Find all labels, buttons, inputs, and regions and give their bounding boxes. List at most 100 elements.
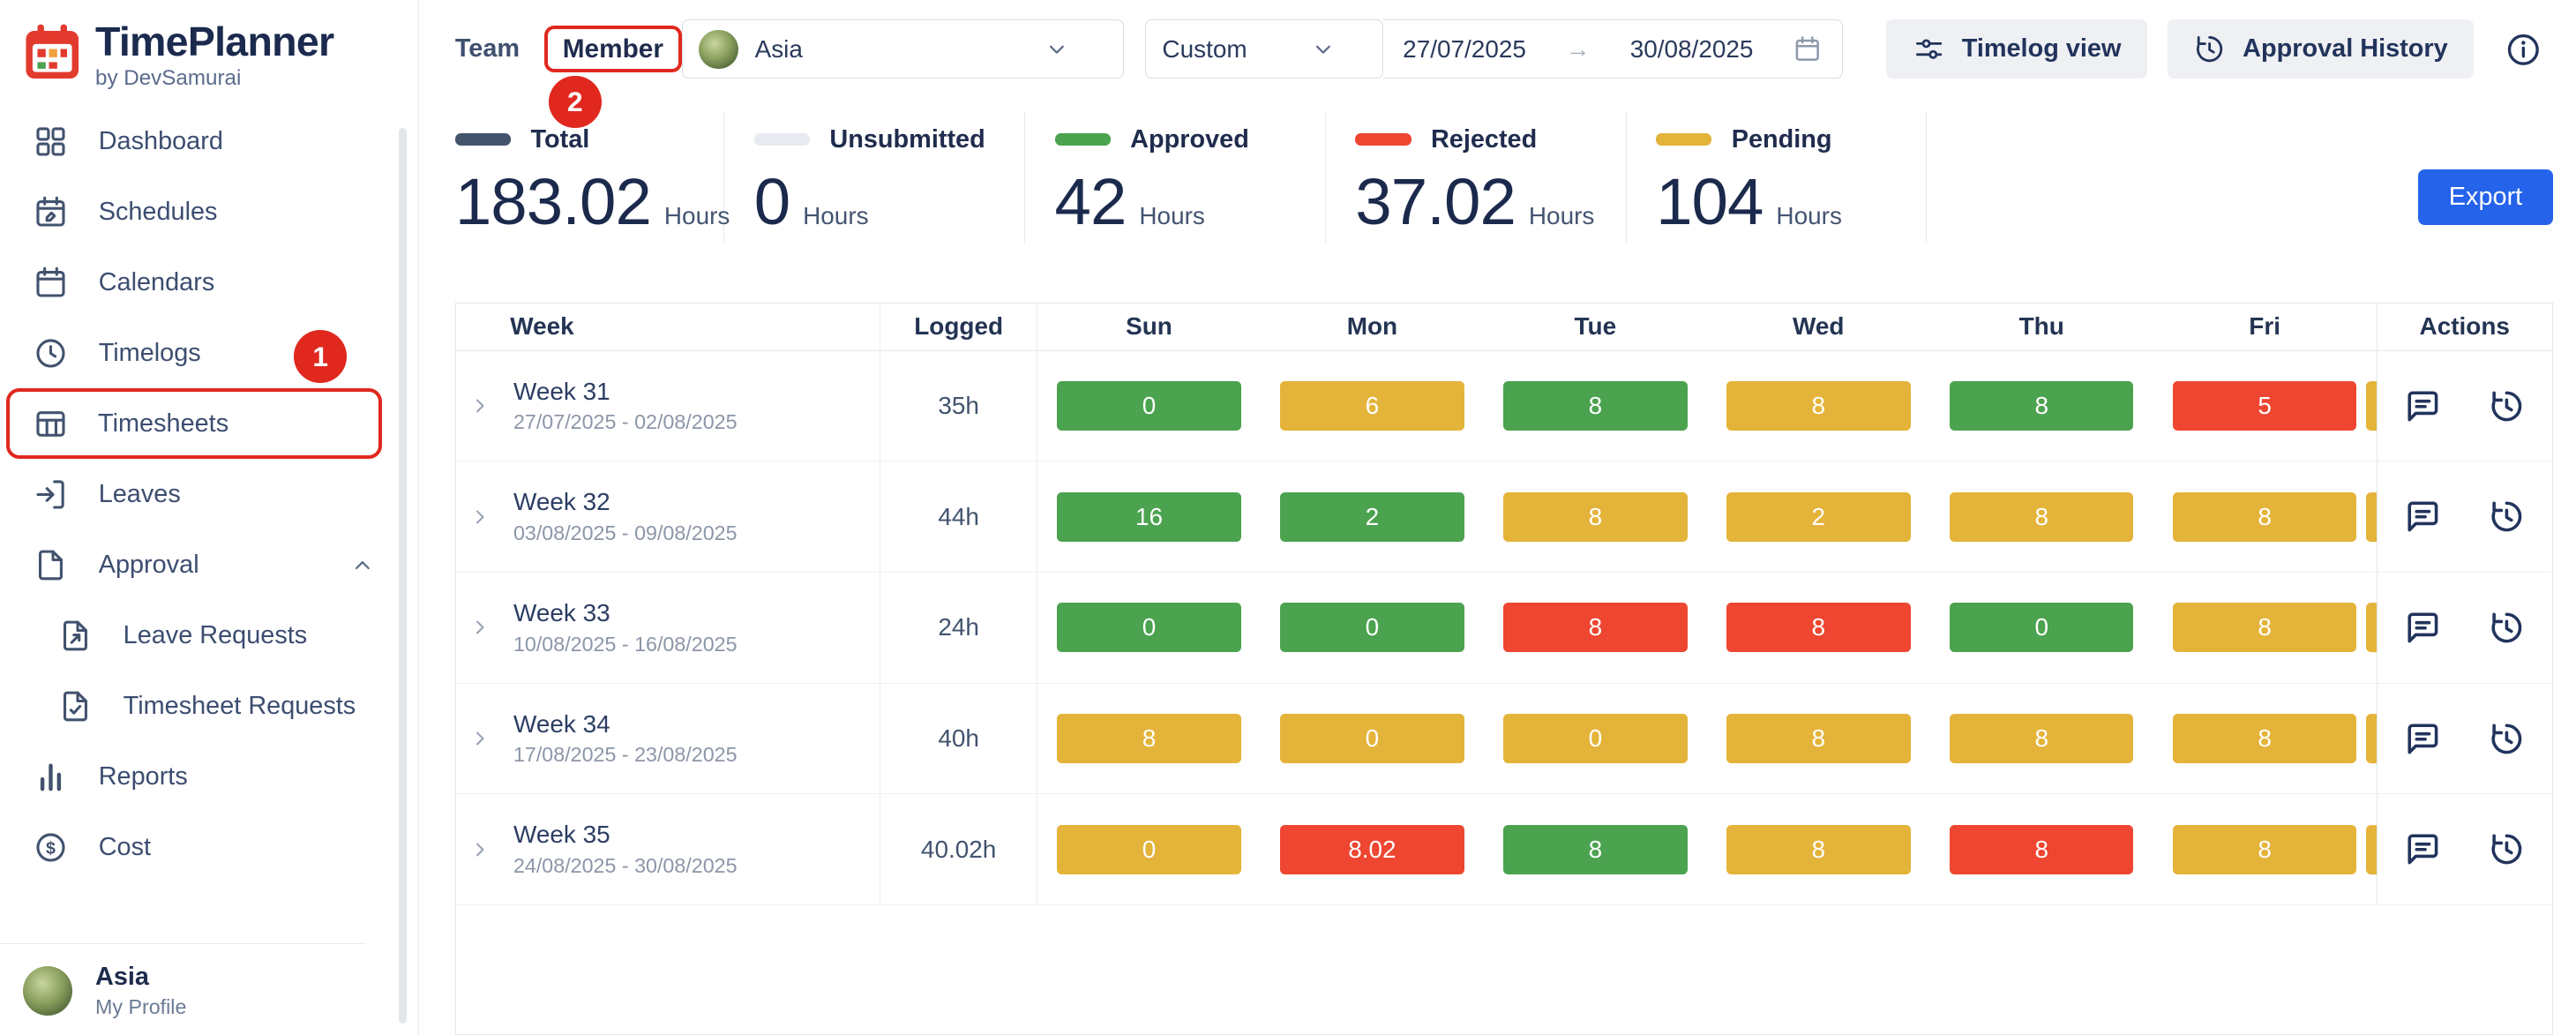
day-cell[interactable]: 8 — [1726, 603, 1911, 652]
profile-name: Asia — [95, 963, 186, 992]
sidebar-item-dashboard[interactable]: Dashboard — [0, 106, 418, 176]
day-cell[interactable]: 0 — [1057, 603, 1241, 652]
chevron-right-icon[interactable] — [468, 837, 492, 862]
calendar-icon — [1793, 34, 1823, 64]
member-select[interactable]: Asia — [682, 19, 1124, 79]
sidebar-item-timesheet-requests[interactable]: Timesheet Requests — [0, 671, 418, 742]
day-cell[interactable]: 8 — [1950, 381, 2134, 431]
day-cell[interactable]: 8 — [1950, 825, 2134, 874]
chevron-right-icon[interactable] — [468, 615, 492, 640]
sidebar-item-timesheets[interactable]: Timesheets — [6, 388, 381, 459]
day-cell[interactable]: 16 — [1057, 492, 1241, 542]
day-cell[interactable]: 8 — [2173, 714, 2357, 763]
day-cell[interactable]: 8 — [1503, 381, 1688, 431]
day-cell[interactable]: 0 — [1057, 381, 1241, 431]
day-cell[interactable]: 8 — [1503, 603, 1688, 652]
week-dates: 10/08/2025 - 16/08/2025 — [513, 633, 738, 656]
stat-value: 42 — [1055, 164, 1127, 239]
week-label: Week 32 — [513, 488, 738, 516]
comment-button[interactable] — [2404, 387, 2442, 425]
sidebar-item-schedules[interactable]: Schedules — [0, 176, 418, 247]
day-cell[interactable]: 0 — [1280, 714, 1464, 763]
day-cell[interactable]: 0 — [1950, 603, 2134, 652]
tab-member[interactable]: Member — [544, 26, 682, 72]
schedule-icon — [33, 194, 69, 230]
day-cell[interactable]: 0 — [1280, 603, 1464, 652]
history-button[interactable] — [2488, 498, 2526, 536]
sidebar-item-leave-requests[interactable]: Leave Requests — [0, 601, 418, 671]
week-dates: 27/07/2025 - 02/08/2025 — [513, 410, 738, 434]
calendar-icon — [33, 265, 69, 301]
app-logo: TimePlanner by DevSamurai — [0, 0, 418, 91]
clock-history-icon — [2193, 33, 2226, 65]
timesheet-request-icon — [57, 688, 94, 724]
day-cell[interactable]: 8 — [2173, 492, 2357, 542]
date-range-picker[interactable]: 27/07/2025 → 30/08/2025 — [1383, 19, 1843, 79]
stat-rejected: Rejected 37.02Hours — [1326, 112, 1627, 244]
comment-button[interactable] — [2404, 720, 2442, 758]
range-preset-select[interactable]: Custom — [1145, 19, 1383, 79]
day-cell[interactable]: 8 — [2173, 825, 2357, 874]
approval-history-button[interactable]: Approval History — [2168, 19, 2475, 79]
history-button[interactable] — [2488, 720, 2526, 758]
day-cell[interactable]: 2 — [1726, 492, 1911, 542]
stats-summary: Total 183.02Hours Unsubmitted 0Hours App… — [455, 112, 2553, 244]
day-cell[interactable]: 8 — [1503, 825, 1688, 874]
stat-unit: Hours — [1139, 202, 1204, 230]
day-cell[interactable]: 5 — [2173, 381, 2357, 431]
day-cell[interactable]: 8 — [1726, 825, 1911, 874]
table-row: Week 33 10/08/2025 - 16/08/2025 24h 0 0 … — [456, 573, 2552, 684]
timelog-view-button[interactable]: Timelog view — [1886, 19, 2147, 79]
day-cell[interactable]: 8 — [1057, 714, 1241, 763]
day-cell[interactable]: 0 — [1057, 825, 1241, 874]
day-cell[interactable]: 8 — [1950, 714, 2134, 763]
chevron-right-icon[interactable] — [468, 394, 492, 418]
approval-history-label: Approval History — [2243, 34, 2448, 64]
sidebar-item-calendars[interactable]: Calendars — [0, 247, 418, 318]
stat-label: Pending — [1732, 125, 1832, 154]
history-button[interactable] — [2488, 830, 2526, 868]
day-cell[interactable]: 8.02 — [1280, 825, 1464, 874]
day-cell[interactable]: 8 — [1950, 492, 2134, 542]
info-icon[interactable] — [2504, 30, 2543, 70]
col-header-actions: Actions — [2377, 304, 2552, 350]
day-cell[interactable]: 8 — [2173, 603, 2357, 652]
sidebar-item-reports[interactable]: Reports — [0, 742, 418, 813]
day-cell[interactable]: 8 — [1726, 381, 1911, 431]
sidebar-item-cost[interactable]: $ Cost — [0, 813, 418, 883]
sidebar-item-leaves[interactable]: Leaves — [0, 459, 418, 529]
day-cell[interactable]: 6 — [1280, 381, 1464, 431]
comment-button[interactable] — [2404, 498, 2442, 536]
export-button[interactable]: Export — [2418, 169, 2553, 225]
stat-unit: Hours — [664, 202, 730, 230]
timelog-view-label: Timelog view — [1962, 34, 2122, 64]
leave-icon — [33, 476, 69, 513]
chevron-down-icon — [1310, 36, 1337, 63]
reports-icon — [33, 759, 69, 795]
date-range-end: 30/08/2025 — [1630, 35, 1754, 64]
sidebar-scrollbar[interactable] — [399, 128, 407, 1024]
sidebar-item-timelogs[interactable]: Timelogs — [0, 318, 418, 388]
logged-hours: 35h — [880, 351, 1037, 461]
stat-label: Approved — [1130, 125, 1249, 154]
calendar-logo-icon — [19, 19, 85, 85]
sidebar-item-label: Reports — [99, 762, 188, 791]
history-button[interactable] — [2488, 609, 2526, 647]
chevron-right-icon[interactable] — [468, 505, 492, 529]
history-button[interactable] — [2488, 387, 2526, 425]
day-cell[interactable]: 8 — [1726, 714, 1911, 763]
approval-icon — [33, 547, 69, 583]
day-cell[interactable]: 0 — [1503, 714, 1688, 763]
stat-value: 104 — [1656, 164, 1763, 239]
comment-button[interactable] — [2404, 830, 2442, 868]
day-cell[interactable]: 2 — [1280, 492, 1464, 542]
sidebar-item-label: Schedules — [99, 198, 218, 227]
sidebar-item-approval[interactable]: Approval — [0, 530, 418, 601]
tab-team[interactable]: Team — [455, 34, 520, 64]
chevron-right-icon[interactable] — [468, 726, 492, 751]
comment-button[interactable] — [2404, 609, 2442, 647]
tab-member-label: Member — [563, 34, 663, 64]
day-cell[interactable]: 8 — [1503, 492, 1688, 542]
profile-section[interactable]: Asia My Profile — [0, 943, 366, 1025]
timesheet-icon — [33, 406, 69, 442]
